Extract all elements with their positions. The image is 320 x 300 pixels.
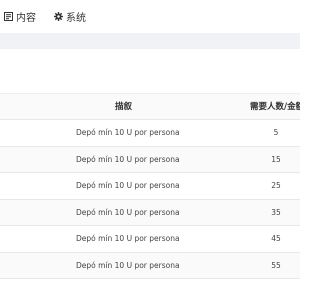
- header-divider-band: [0, 33, 300, 49]
- table-body: Depó mín 10 U por persona 5 Depó mín 10 …: [0, 120, 300, 279]
- cell-description: Depó mín 10 U por persona: [76, 154, 180, 164]
- cell-required: 35: [271, 207, 281, 217]
- table-row[interactable]: Depó mín 10 U por persona 55: [0, 252, 300, 279]
- cell-required: 55: [271, 260, 281, 270]
- cell-description: Depó mín 10 U por persona: [76, 260, 180, 270]
- nav-item-content[interactable]: 内容: [4, 0, 36, 33]
- top-navigation: 内容 系统: [0, 0, 300, 33]
- nav-item-system[interactable]: 系统: [54, 0, 86, 33]
- nav-item-system-label: 系统: [66, 13, 86, 24]
- cell-required: 15: [271, 154, 281, 164]
- content-icon: [4, 12, 13, 21]
- table-row[interactable]: Depó mín 10 U por persona 45: [0, 226, 300, 253]
- cell-description: Depó mín 10 U por persona: [76, 207, 180, 217]
- cell-description: Depó mín 10 U por persona: [76, 234, 180, 243]
- table-row[interactable]: Depó mín 10 U por persona 25: [0, 173, 300, 200]
- column-header-description[interactable]: 描叙: [115, 94, 175, 120]
- cell-required: 45: [271, 234, 281, 243]
- cell-description: Depó mín 10 U por persona: [76, 128, 180, 137]
- data-table: 描叙 需要人数/金额 Depó mín 10 U por persona 5 D…: [0, 93, 300, 279]
- cell-required: 25: [271, 181, 281, 190]
- table-row[interactable]: Depó mín 10 U por persona 5: [0, 120, 300, 147]
- cell-description: Depó mín 10 U por persona: [76, 181, 180, 190]
- table-header: 描叙 需要人数/金额: [0, 93, 300, 120]
- nav-item-content-label: 内容: [16, 13, 36, 24]
- page: 内容 系统 描叙 需要人数/金额 Depó mín 10 U por perso…: [0, 0, 300, 300]
- cell-required: 5: [273, 128, 279, 137]
- table-row[interactable]: Depó mín 10 U por persona 15: [0, 146, 300, 173]
- column-header-required[interactable]: 需要人数/金额: [250, 94, 300, 120]
- toolbar-area: [0, 49, 300, 93]
- table-row[interactable]: Depó mín 10 U por persona 35: [0, 199, 300, 226]
- gear-icon: [54, 12, 63, 21]
